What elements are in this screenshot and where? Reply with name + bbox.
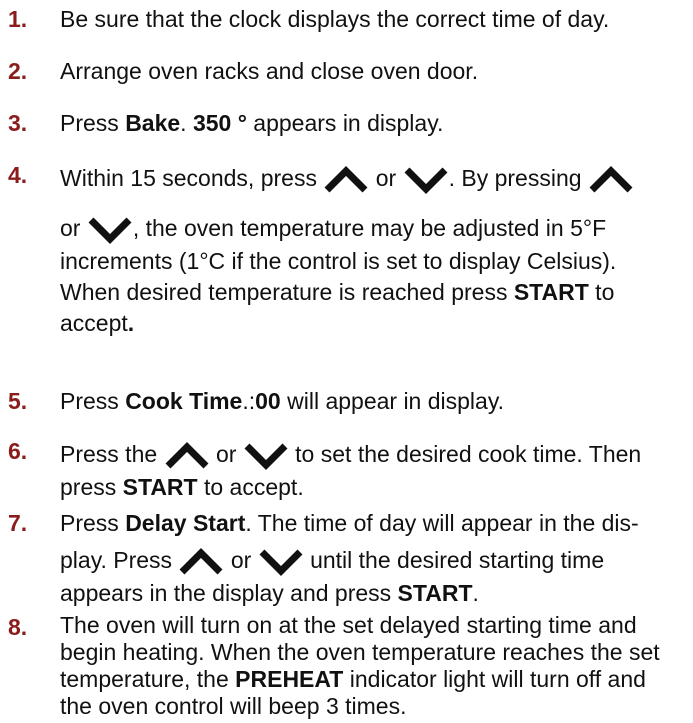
step-number: 5. bbox=[8, 388, 28, 414]
text-line: the oven control will beep 3 times. bbox=[60, 693, 407, 719]
text-line: Press the or to set the desired cook tim… bbox=[60, 436, 690, 472]
text-line: Be sure that the clock displays the corr… bbox=[60, 6, 610, 32]
step-text: Press Bake. 350 ° appears in display. bbox=[60, 108, 690, 139]
down-arrow-icon bbox=[403, 166, 449, 194]
step-text: Press the or to set the desired cook tim… bbox=[60, 436, 690, 503]
step-text: Be sure that the clock displays the corr… bbox=[60, 4, 690, 35]
step-number: 6. bbox=[8, 438, 28, 464]
cook-time-button-label: Cook Time bbox=[125, 388, 243, 414]
down-arrow-icon bbox=[87, 216, 133, 244]
preheat-indicator-label: PREHEAT bbox=[235, 666, 344, 692]
bake-button-label: Bake bbox=[125, 110, 181, 136]
text-line: appears in the display and press START. bbox=[60, 580, 479, 606]
start-button-label: START bbox=[122, 474, 198, 500]
text-line: Press Bake. 350 ° appears in display. bbox=[60, 110, 444, 136]
text-line: Press Delay Start. The time of day will … bbox=[60, 510, 639, 536]
step-text: Arrange oven racks and close oven door. bbox=[60, 56, 690, 87]
text-line: accept. bbox=[60, 310, 135, 336]
text-line: play. Press or until the desired startin… bbox=[60, 542, 690, 578]
display-value: 350 ° bbox=[192, 110, 247, 136]
step-text: Press Delay Start. The time of day will … bbox=[60, 508, 690, 609]
text-line: Arrange oven racks and close oven door. bbox=[60, 58, 479, 84]
step-text: The oven will turn on at the set delayed… bbox=[60, 612, 690, 720]
text-line: When desired temperature is reached pres… bbox=[60, 279, 615, 305]
step-number: 8. bbox=[8, 614, 28, 640]
text-line: begin heating. When the oven temperature… bbox=[60, 639, 660, 665]
step-number: 1. bbox=[8, 6, 28, 32]
text-line: press START to accept. bbox=[60, 474, 304, 500]
step-number: 4. bbox=[8, 162, 28, 188]
step-number: 2. bbox=[8, 58, 28, 84]
up-arrow-icon bbox=[588, 165, 634, 194]
down-arrow-icon bbox=[258, 548, 304, 576]
delay-start-button-label: Delay Start bbox=[125, 510, 246, 536]
display-value: 00 bbox=[255, 388, 281, 414]
text-line: Press Cook Time.:00 will appear in displ… bbox=[60, 388, 505, 414]
text-line: increments (1°C if the control is set to… bbox=[60, 248, 617, 274]
start-button-label: START bbox=[397, 580, 473, 606]
step-number: 3. bbox=[8, 110, 28, 136]
step-number: 7. bbox=[8, 510, 28, 536]
up-arrow-icon bbox=[178, 547, 224, 576]
up-arrow-icon bbox=[164, 441, 210, 470]
down-arrow-icon bbox=[243, 442, 289, 470]
text-line: temperature, the PREHEAT indicator light… bbox=[60, 666, 646, 692]
step-text: Within 15 seconds, press or . By pressin… bbox=[60, 160, 690, 339]
text-line: Within 15 seconds, press or . By pressin… bbox=[60, 160, 690, 204]
text-line: The oven will turn on at the set delayed… bbox=[60, 612, 637, 638]
up-arrow-icon bbox=[323, 165, 369, 194]
step-text: Press Cook Time.:00 will appear in displ… bbox=[60, 386, 690, 417]
text-line: or , the oven temperature may be adjuste… bbox=[60, 210, 690, 246]
start-button-label: START bbox=[513, 279, 589, 305]
instructions-page: 1. Be sure that the clock displays the c… bbox=[0, 0, 693, 723]
